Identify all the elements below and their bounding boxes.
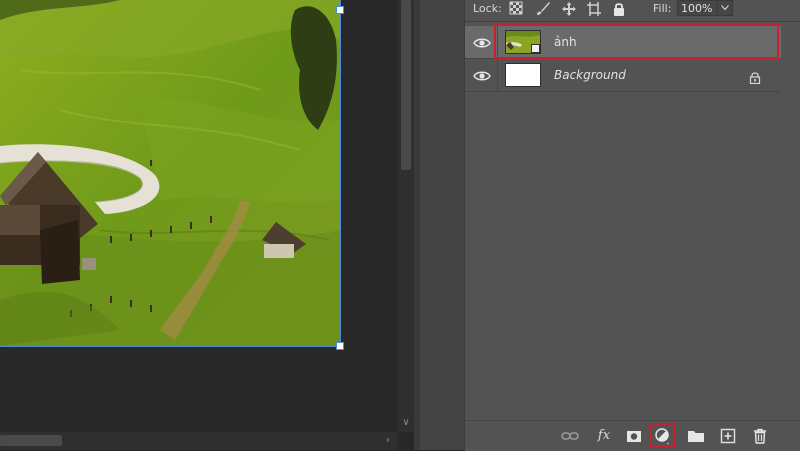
- panel-dock-gap: [420, 0, 464, 450]
- lock-row: Lock: Fill: 100%: [465, 0, 800, 20]
- horizontal-scroll-thumb[interactable]: [0, 435, 62, 446]
- layer-name[interactable]: ảnh: [554, 35, 577, 49]
- layer-mask-icon[interactable]: [625, 427, 643, 445]
- lock-transparent-pixels-icon[interactable]: [509, 1, 525, 17]
- fill-dropdown-chevron-down-icon[interactable]: [717, 0, 733, 16]
- transform-handle-bottom-right[interactable]: [336, 342, 344, 350]
- vertical-scroll-thumb[interactable]: [401, 0, 411, 170]
- fill-label: Fill:: [653, 2, 672, 15]
- divider: [497, 59, 498, 91]
- eye-visibility-icon[interactable]: [473, 68, 491, 82]
- link-layers-icon[interactable]: [561, 427, 579, 445]
- fill-opacity-input[interactable]: 100%: [677, 0, 717, 16]
- lock-label: Lock:: [473, 2, 502, 15]
- divider: [497, 26, 498, 58]
- new-layer-icon[interactable]: [719, 427, 737, 445]
- canvas-horizontal-scrollbar[interactable]: ›: [0, 432, 398, 450]
- eye-visibility-icon[interactable]: [473, 35, 491, 49]
- scroll-right-arrow-icon[interactable]: ›: [386, 433, 390, 446]
- layer-name[interactable]: Background: [554, 68, 626, 82]
- transform-handle-top-right[interactable]: [336, 6, 344, 14]
- layer-style-fx-button[interactable]: fx: [595, 427, 613, 445]
- layer-row-anh[interactable]: ảnh: [465, 26, 781, 59]
- canvas-image[interactable]: [0, 0, 340, 346]
- layer-row-background[interactable]: Background: [465, 59, 781, 92]
- document-canvas[interactable]: [0, 0, 398, 432]
- divider: [465, 21, 800, 22]
- lock-artboard-icon[interactable]: [586, 1, 602, 17]
- lock-all-icon[interactable]: [612, 1, 628, 17]
- lock-position-icon[interactable]: [561, 1, 577, 17]
- layer-lock-icon[interactable]: [749, 69, 761, 85]
- transform-bounds-right: [340, 0, 341, 346]
- landscape-photo: [0, 0, 340, 346]
- canvas-vertical-scrollbar[interactable]: ∨: [398, 0, 414, 432]
- adjustment-layer-icon[interactable]: [653, 427, 671, 445]
- trash-icon[interactable]: [751, 427, 769, 445]
- layers-panel: Lock: Fill: 100% ảnh Background fx: [464, 0, 800, 451]
- lock-image-pixels-icon[interactable]: [535, 1, 551, 17]
- group-folder-icon[interactable]: [687, 427, 705, 445]
- transform-bounds-bottom: [0, 346, 341, 347]
- scroll-down-arrow-icon[interactable]: ∨: [398, 417, 414, 428]
- layer-thumbnail: [505, 63, 541, 87]
- layers-bottom-toolbar: fx: [465, 420, 800, 451]
- smart-object-icon: [531, 44, 540, 53]
